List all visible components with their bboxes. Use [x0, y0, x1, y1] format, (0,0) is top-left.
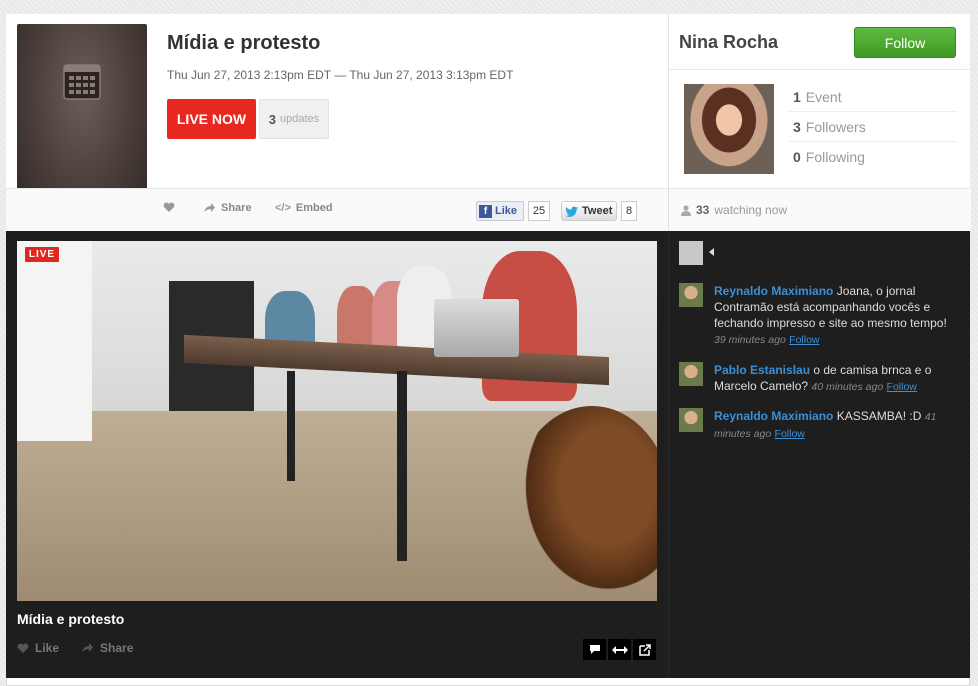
live-now-button[interactable]: LIVE NOW [167, 99, 256, 139]
event-action-bar: Share </> Embed f Like 25 Tweet 8 [6, 188, 668, 231]
heart-icon [163, 202, 175, 212]
expand-width-button[interactable] [608, 639, 631, 660]
horizontal-arrows-icon [611, 645, 628, 654]
share-button[interactable]: Share [203, 202, 252, 214]
profile-stats: 1 Event 3 Followers 0 Following [789, 82, 957, 172]
video-tools [583, 639, 656, 660]
stat-followers-count: 3 [793, 118, 801, 135]
video-scene-table-leg [397, 371, 407, 561]
watching-count: 33 [696, 203, 710, 217]
comment-follow-link[interactable]: Follow [887, 381, 917, 393]
stat-following[interactable]: 0 Following [789, 142, 957, 172]
profile-avatar[interactable] [684, 84, 774, 174]
follow-button[interactable]: Follow [854, 27, 956, 58]
stat-followers[interactable]: 3 Followers [789, 112, 957, 142]
stat-events-count: 1 [793, 88, 801, 105]
external-link-icon [638, 643, 651, 656]
stat-following-label: Following [805, 149, 865, 165]
updates-count: 3 [268, 111, 277, 127]
comment-time: 39 minutes ago [714, 334, 786, 346]
video-like-label: Like [35, 641, 60, 655]
comment-avatar[interactable] [679, 408, 703, 432]
profile-panel: Nina Rocha Follow 1 Event 3 Followers 0 … [668, 14, 971, 231]
tweet-count: 8 [621, 201, 637, 221]
comment-follow-link[interactable]: Follow [789, 334, 819, 346]
share-arrow-icon [204, 203, 215, 212]
comment-author[interactable]: Reynaldo Maximiano [714, 409, 833, 423]
person-icon [681, 204, 691, 216]
video-scene-foreground-head [512, 406, 657, 601]
video-actions: Like Share [17, 641, 133, 655]
stat-followers-label: Followers [805, 118, 866, 135]
event-header: Mídia e protesto Thu Jun 27, 2013 2:13pm… [6, 14, 668, 231]
popout-button[interactable] [633, 639, 656, 660]
comments-panel: Reynaldo Maximiano Joana, o jornal Contr… [668, 231, 970, 678]
code-icon: </> [275, 202, 291, 214]
twitter-bird-icon [565, 206, 578, 217]
calendar-icon [63, 64, 101, 100]
updates-label: updates [280, 113, 320, 125]
tweet-button[interactable]: Tweet [561, 201, 617, 221]
stat-events[interactable]: 1 Event [789, 82, 957, 112]
comment-avatar[interactable] [679, 283, 703, 307]
embed-button[interactable]: </> Embed [275, 202, 333, 214]
like-heart-button[interactable] [163, 202, 175, 213]
stat-events-label: Event [805, 88, 842, 105]
video-scene-door [17, 241, 92, 441]
video-share-button[interactable]: Share [81, 641, 133, 655]
video-scene-laptop [434, 299, 519, 357]
event-dates: Thu Jun 27, 2013 2:13pm EDT — Thu Jun 27… [167, 68, 514, 82]
watching-label: watching now [714, 203, 788, 217]
comment-follow-link[interactable]: Follow [775, 428, 805, 440]
video-like-button[interactable]: Like [17, 641, 59, 655]
facebook-icon: f [479, 204, 492, 218]
profile-header: Nina Rocha Follow [669, 14, 971, 70]
player-area: LIVE Mídia e protesto Like Share [6, 231, 668, 678]
heart-icon [17, 643, 29, 653]
embed-label: Embed [295, 202, 333, 214]
comment-author[interactable]: Reynaldo Maximiano [714, 284, 833, 298]
facebook-like-count: 25 [528, 201, 550, 221]
comment-author[interactable]: Pablo Estanislau [714, 363, 810, 377]
live-badge: LIVE [25, 247, 59, 262]
video-scene-table-leg [287, 371, 295, 481]
facebook-like-button[interactable]: f Like [476, 201, 524, 221]
share-arrow-icon [82, 643, 94, 652]
live-video[interactable]: LIVE [17, 241, 657, 601]
video-title: Mídia e protesto [17, 611, 125, 627]
caret-left-icon [709, 248, 714, 256]
event-title: Mídia e protesto [167, 32, 321, 54]
speech-bubble-icon [589, 645, 600, 654]
video-share-label: Share [100, 641, 134, 655]
tweet-label: Tweet [582, 205, 613, 217]
chat-toggle-button[interactable] [583, 639, 606, 660]
updates-counter[interactable]: 3 updates [259, 99, 329, 139]
share-label: Share [221, 202, 252, 214]
comment-text: KASSAMBA! :D [836, 409, 922, 423]
current-user-avatar[interactable] [679, 241, 703, 265]
stat-following-count: 0 [793, 149, 801, 165]
comment-time: 40 minutes ago [811, 381, 884, 393]
facebook-like-label: Like [495, 205, 518, 217]
watching-now: 33 watching now [669, 188, 971, 231]
profile-name[interactable]: Nina Rocha [679, 32, 778, 53]
comment-avatar[interactable] [679, 362, 703, 386]
